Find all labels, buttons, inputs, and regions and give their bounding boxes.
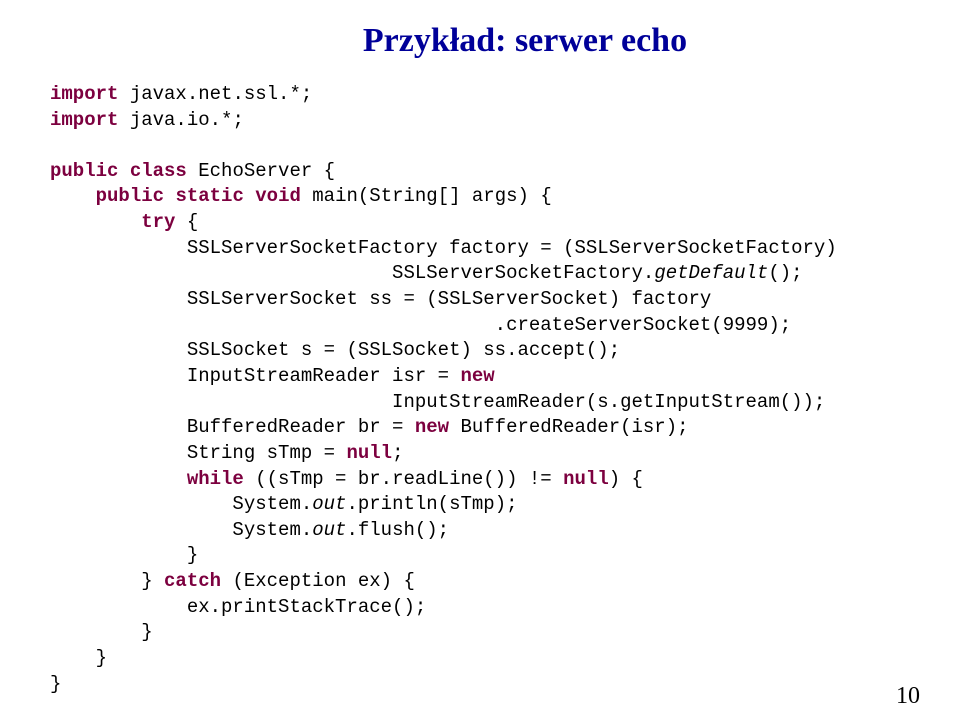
code-text: javax.net.ssl.*; xyxy=(118,83,312,105)
code-text xyxy=(50,211,141,233)
code-block: import javax.net.ssl.*; import java.io.*… xyxy=(50,82,920,697)
keyword: while xyxy=(187,468,244,490)
code-text: ) { xyxy=(609,468,643,490)
keyword: new xyxy=(460,365,494,387)
keyword: null xyxy=(346,442,392,464)
code-text: ((sTmp = br.readLine()) != xyxy=(244,468,563,490)
code-text: (); xyxy=(768,262,802,284)
code-text xyxy=(164,185,175,207)
code-text: SSLServerSocketFactory. xyxy=(50,262,654,284)
code-text: .createServerSocket(9999); xyxy=(50,314,791,336)
keyword: class xyxy=(130,160,187,182)
keyword: catch xyxy=(164,570,221,592)
keyword: import xyxy=(50,83,118,105)
code-text: { xyxy=(175,211,198,233)
keyword: null xyxy=(563,468,609,490)
keyword: public xyxy=(96,185,164,207)
code-text xyxy=(50,185,96,207)
code-text: } xyxy=(50,673,61,695)
italic-text: out xyxy=(312,493,346,515)
code-text: InputStreamReader(s.getInputStream()); xyxy=(50,391,825,413)
code-text: ex.printStackTrace(); xyxy=(50,596,426,618)
page-title: Przykład: serwer echo xyxy=(130,18,920,64)
code-text: (Exception ex) { xyxy=(221,570,415,592)
code-text: String sTmp = xyxy=(50,442,346,464)
code-text: } xyxy=(50,544,198,566)
code-text: SSLSocket s = (SSLSocket) ss.accept(); xyxy=(50,339,620,361)
code-text: .flush(); xyxy=(346,519,449,541)
code-text xyxy=(50,468,187,490)
code-text: System. xyxy=(50,493,312,515)
keyword: public xyxy=(50,160,118,182)
code-text: EchoServer { xyxy=(187,160,335,182)
keyword: void xyxy=(255,185,301,207)
code-text: SSLServerSocketFactory factory = (SSLSer… xyxy=(50,237,837,259)
keyword: try xyxy=(141,211,175,233)
code-text: main(String[] args) { xyxy=(301,185,552,207)
code-text xyxy=(118,160,129,182)
code-text: java.io.*; xyxy=(118,109,243,131)
italic-text: getDefault xyxy=(654,262,768,284)
code-text: } xyxy=(50,621,153,643)
code-text: } xyxy=(50,570,164,592)
code-text xyxy=(244,185,255,207)
code-text: } xyxy=(50,647,107,669)
italic-text: out xyxy=(312,519,346,541)
code-text: InputStreamReader isr = xyxy=(50,365,460,387)
code-text: System. xyxy=(50,519,312,541)
code-text: .println(sTmp); xyxy=(346,493,517,515)
code-text: BufferedReader(isr); xyxy=(449,416,688,438)
page-number: 10 xyxy=(896,680,920,712)
code-text: SSLServerSocket ss = (SSLServerSocket) f… xyxy=(50,288,711,310)
keyword: import xyxy=(50,109,118,131)
code-text: ; xyxy=(392,442,403,464)
code-text: BufferedReader br = xyxy=(50,416,415,438)
keyword: static xyxy=(175,185,243,207)
keyword: new xyxy=(415,416,449,438)
